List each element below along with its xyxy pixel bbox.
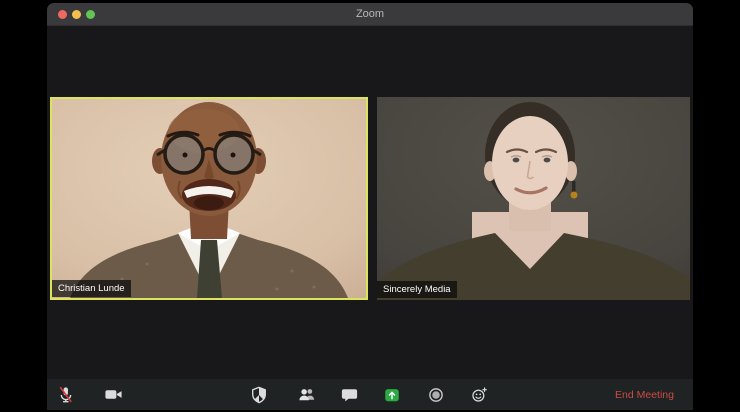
security-shield-icon [252, 386, 266, 403]
end-meeting-button[interactable]: End Meeting [611, 387, 678, 403]
reactions-button[interactable] [465, 381, 493, 409]
record-circle-icon [429, 387, 443, 402]
smiley-plus-icon [472, 386, 487, 402]
participant-video-sincerely-media [377, 97, 690, 300]
mute-button[interactable] [51, 381, 79, 409]
participants-people-icon [298, 389, 314, 401]
security-button[interactable] [245, 381, 273, 409]
microphone-muted-icon [59, 386, 72, 403]
meeting-toolbar: End Meeting [47, 379, 693, 410]
chat-bubble-icon [341, 389, 357, 402]
video-gallery: Christian Lunde Sincerely Media [47, 26, 693, 379]
window-titlebar[interactable]: Zoom [47, 3, 693, 26]
chat-button[interactable] [335, 381, 363, 409]
record-button[interactable] [422, 381, 450, 409]
window-title: Zoom [355, 8, 385, 20]
participant-name-label: Sincerely Media [377, 281, 457, 298]
participant-name-label: Christian Lunde [52, 280, 131, 297]
share-screen-arrow-icon [385, 388, 399, 401]
participants-button[interactable] [292, 381, 320, 409]
video-tile-sincerely-media[interactable]: Sincerely Media [377, 97, 690, 300]
video-camera-icon [104, 390, 122, 399]
zoom-app-window: Zoom Christian Lunde Sincerely Media End… [47, 3, 693, 410]
participant-video-christian-lunde [52, 99, 366, 298]
share-screen-button[interactable] [378, 381, 406, 409]
screen: { "window": { "title": "Zoom", "traffic_… [0, 0, 740, 412]
video-tile-christian-lunde[interactable]: Christian Lunde [50, 97, 368, 300]
video-button[interactable] [99, 381, 127, 409]
